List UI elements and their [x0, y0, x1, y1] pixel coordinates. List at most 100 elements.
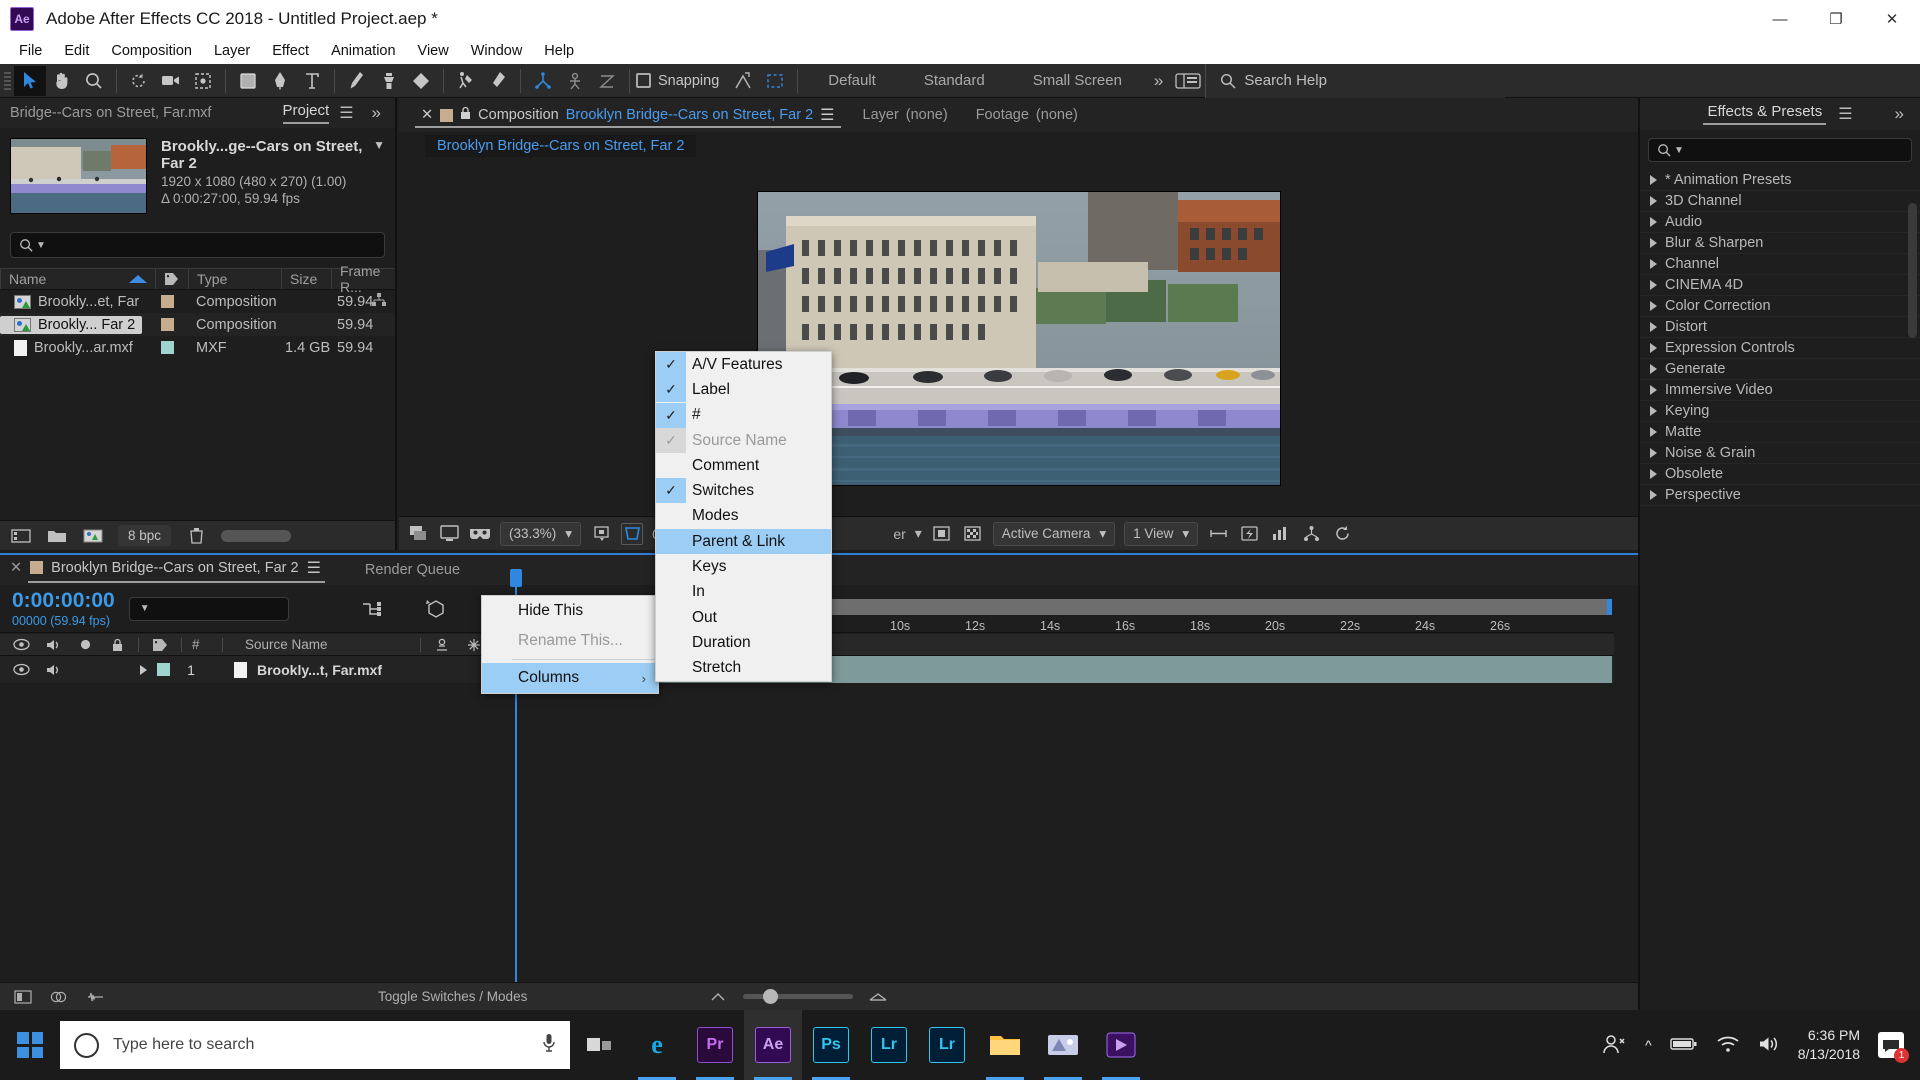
effects-category-item[interactable]: Audio — [1640, 212, 1920, 233]
taskbar-clock[interactable]: 6:36 PM 8/13/2018 — [1798, 1026, 1860, 1064]
zoom-in-timeline-icon[interactable] — [867, 986, 889, 1008]
context-menu-item[interactable]: Hide This — [482, 596, 658, 626]
column-type[interactable]: Type — [188, 269, 281, 289]
effects-category-item[interactable]: Channel — [1640, 254, 1920, 275]
color-depth-button[interactable]: 8 bpc — [118, 525, 171, 546]
timeline-zoom-slider-thumb[interactable] — [763, 989, 778, 1004]
roto-brush-tool-icon[interactable] — [450, 66, 482, 96]
lock-icon[interactable] — [460, 106, 471, 124]
vr-rotate-icon[interactable] — [527, 66, 559, 96]
columns-submenu[interactable]: ✓A/V Features✓Label✓#✓Source NameComment… — [655, 351, 832, 682]
composition-stage[interactable] — [399, 160, 1638, 516]
layer-audio-icon[interactable] — [42, 659, 64, 681]
expand-triangle-icon[interactable] — [1650, 322, 1657, 332]
zoom-out-timeline-icon[interactable] — [707, 986, 729, 1008]
main-view-icon[interactable] — [438, 523, 460, 545]
new-folder-icon[interactable] — [46, 525, 68, 547]
menu-item-layer[interactable]: Layer — [203, 40, 261, 62]
menu-item-window[interactable]: Window — [460, 40, 534, 62]
close-button[interactable]: ✕ — [1864, 0, 1920, 38]
wifi-icon[interactable] — [1716, 1035, 1740, 1056]
columns-submenu-item[interactable]: Duration — [656, 630, 831, 655]
toggle-switches-modes-label[interactable]: Toggle Switches / Modes — [378, 989, 527, 1004]
expand-triangle-icon[interactable] — [1650, 364, 1657, 374]
lock-icon[interactable] — [106, 634, 128, 656]
menu-item-animation[interactable]: Animation — [320, 40, 406, 62]
hand-tool-icon[interactable] — [46, 66, 78, 96]
workspace-menu-icon[interactable] — [1171, 66, 1205, 96]
3d-renderer-icon[interactable] — [1300, 523, 1322, 545]
tab-timeline-composition[interactable]: ✕ Brooklyn Bridge--Cars on Street, Far 2… — [10, 558, 325, 583]
project-item-row[interactable]: Brookly...ar.mxfMXF1.4 GB59.94 — [0, 336, 395, 359]
taskbar-search-box[interactable]: Type here to search — [60, 1021, 570, 1069]
columns-submenu-item[interactable]: ✓Switches — [656, 478, 831, 503]
effects-category-item[interactable]: Keying — [1640, 401, 1920, 422]
task-view-button[interactable] — [570, 1010, 628, 1080]
timeline-waveform-icon[interactable] — [84, 986, 106, 1008]
workspace-default[interactable]: Default — [804, 72, 900, 89]
type-tool-icon[interactable] — [296, 66, 328, 96]
effects-panel-title[interactable]: Effects & Presets — [1707, 103, 1822, 125]
renderer-chevron-down-icon[interactable]: ▾ — [915, 525, 922, 542]
refresh-icon[interactable] — [1331, 523, 1353, 545]
project-panel-overflow-icon[interactable]: » — [364, 103, 389, 123]
views-select[interactable]: 1 View ▾ — [1124, 522, 1198, 546]
project-item-name-cell[interactable]: Brookly...ar.mxf — [0, 339, 140, 357]
columns-submenu-item[interactable]: ✓Label — [656, 377, 831, 402]
columns-submenu-item[interactable]: ✓Source Name — [656, 428, 831, 453]
layer-label-color[interactable] — [157, 663, 170, 676]
rotation-tool-icon[interactable] — [123, 66, 155, 96]
current-time-display[interactable]: 0:00:00:00 00000 (59.94 fps) — [12, 590, 115, 628]
taskbar-app-lightroom[interactable]: Lr — [860, 1010, 918, 1080]
taskbar-app-photoshop[interactable]: Ps — [802, 1010, 860, 1080]
project-panel-menu-icon[interactable]: ☰ — [339, 103, 353, 123]
column-context-menu[interactable]: Hide ThisRename This...Columns› — [481, 595, 659, 694]
effects-category-item[interactable]: Obsolete — [1640, 464, 1920, 485]
layer-column-source-name[interactable]: Source Name — [245, 637, 355, 652]
composition-panel-menu-icon[interactable]: ☰ — [820, 105, 834, 125]
breadcrumb-item[interactable]: Brooklyn Bridge--Cars on Street, Far 2 — [425, 135, 696, 157]
column-label[interactable] — [155, 269, 188, 289]
taskbar-app-after-effects[interactable]: Ae — [744, 1010, 802, 1080]
vr-sphere-icon[interactable] — [591, 66, 623, 96]
project-item-row[interactable]: Brookly...et, FarComposition59.94 — [0, 290, 395, 313]
menu-item-file[interactable]: File — [8, 40, 53, 62]
label-tag-icon[interactable] — [149, 634, 171, 656]
layer-expand-triangle-icon[interactable] — [140, 665, 147, 675]
column-framerate[interactable]: Frame R... — [331, 269, 395, 289]
columns-submenu-item[interactable]: Out — [656, 605, 831, 630]
toggle-alpha-icon[interactable] — [962, 523, 984, 545]
effects-category-item[interactable]: Noise & Grain — [1640, 443, 1920, 464]
project-search-input[interactable]: ▼ — [10, 232, 385, 258]
puppet-pin-tool-icon[interactable] — [482, 66, 514, 96]
zoom-level-select[interactable]: (33.3%) ▾ — [500, 522, 581, 546]
snapping-checkbox-icon[interactable] — [636, 73, 651, 88]
fast-preview-icon[interactable] — [469, 523, 491, 545]
expand-triangle-icon[interactable] — [1650, 301, 1657, 311]
minimize-button[interactable]: — — [1752, 0, 1808, 38]
taskbar-app-premiere[interactable]: Pr — [686, 1010, 744, 1080]
anchor-point-tool-icon[interactable] — [187, 66, 219, 96]
camera-tool-icon[interactable] — [155, 66, 187, 96]
people-icon[interactable] — [1601, 1033, 1627, 1058]
workspace-overflow-icon[interactable]: » — [1146, 71, 1171, 91]
effects-category-item[interactable]: Immersive Video — [1640, 380, 1920, 401]
workspace-small-screen[interactable]: Small Screen — [1009, 72, 1146, 89]
timeline-graph-icon[interactable] — [1269, 523, 1291, 545]
expand-triangle-icon[interactable] — [1650, 490, 1657, 500]
layer-column-hash[interactable]: # — [192, 637, 212, 652]
effects-category-item[interactable]: Perspective — [1640, 485, 1920, 506]
layer-eye-icon[interactable] — [10, 659, 32, 681]
taskbar-app-lightroom-classic[interactable]: Lr — [918, 1010, 976, 1080]
menu-item-view[interactable]: View — [407, 40, 460, 62]
eye-icon[interactable] — [10, 634, 32, 656]
eraser-tool-icon[interactable] — [405, 66, 437, 96]
effects-category-item[interactable]: Distort — [1640, 317, 1920, 338]
taskbar-app-media-encoder[interactable] — [1092, 1010, 1150, 1080]
new-composition-icon[interactable] — [82, 525, 104, 547]
project-item-label-color[interactable] — [161, 295, 174, 308]
expand-triangle-icon[interactable] — [1650, 427, 1657, 437]
tab-composition[interactable]: ✕ Composition Brooklyn Bridge--Cars on S… — [407, 98, 849, 132]
draft-3d-icon[interactable] — [423, 598, 445, 620]
search-help-box[interactable]: Search Help — [1205, 64, 1505, 98]
